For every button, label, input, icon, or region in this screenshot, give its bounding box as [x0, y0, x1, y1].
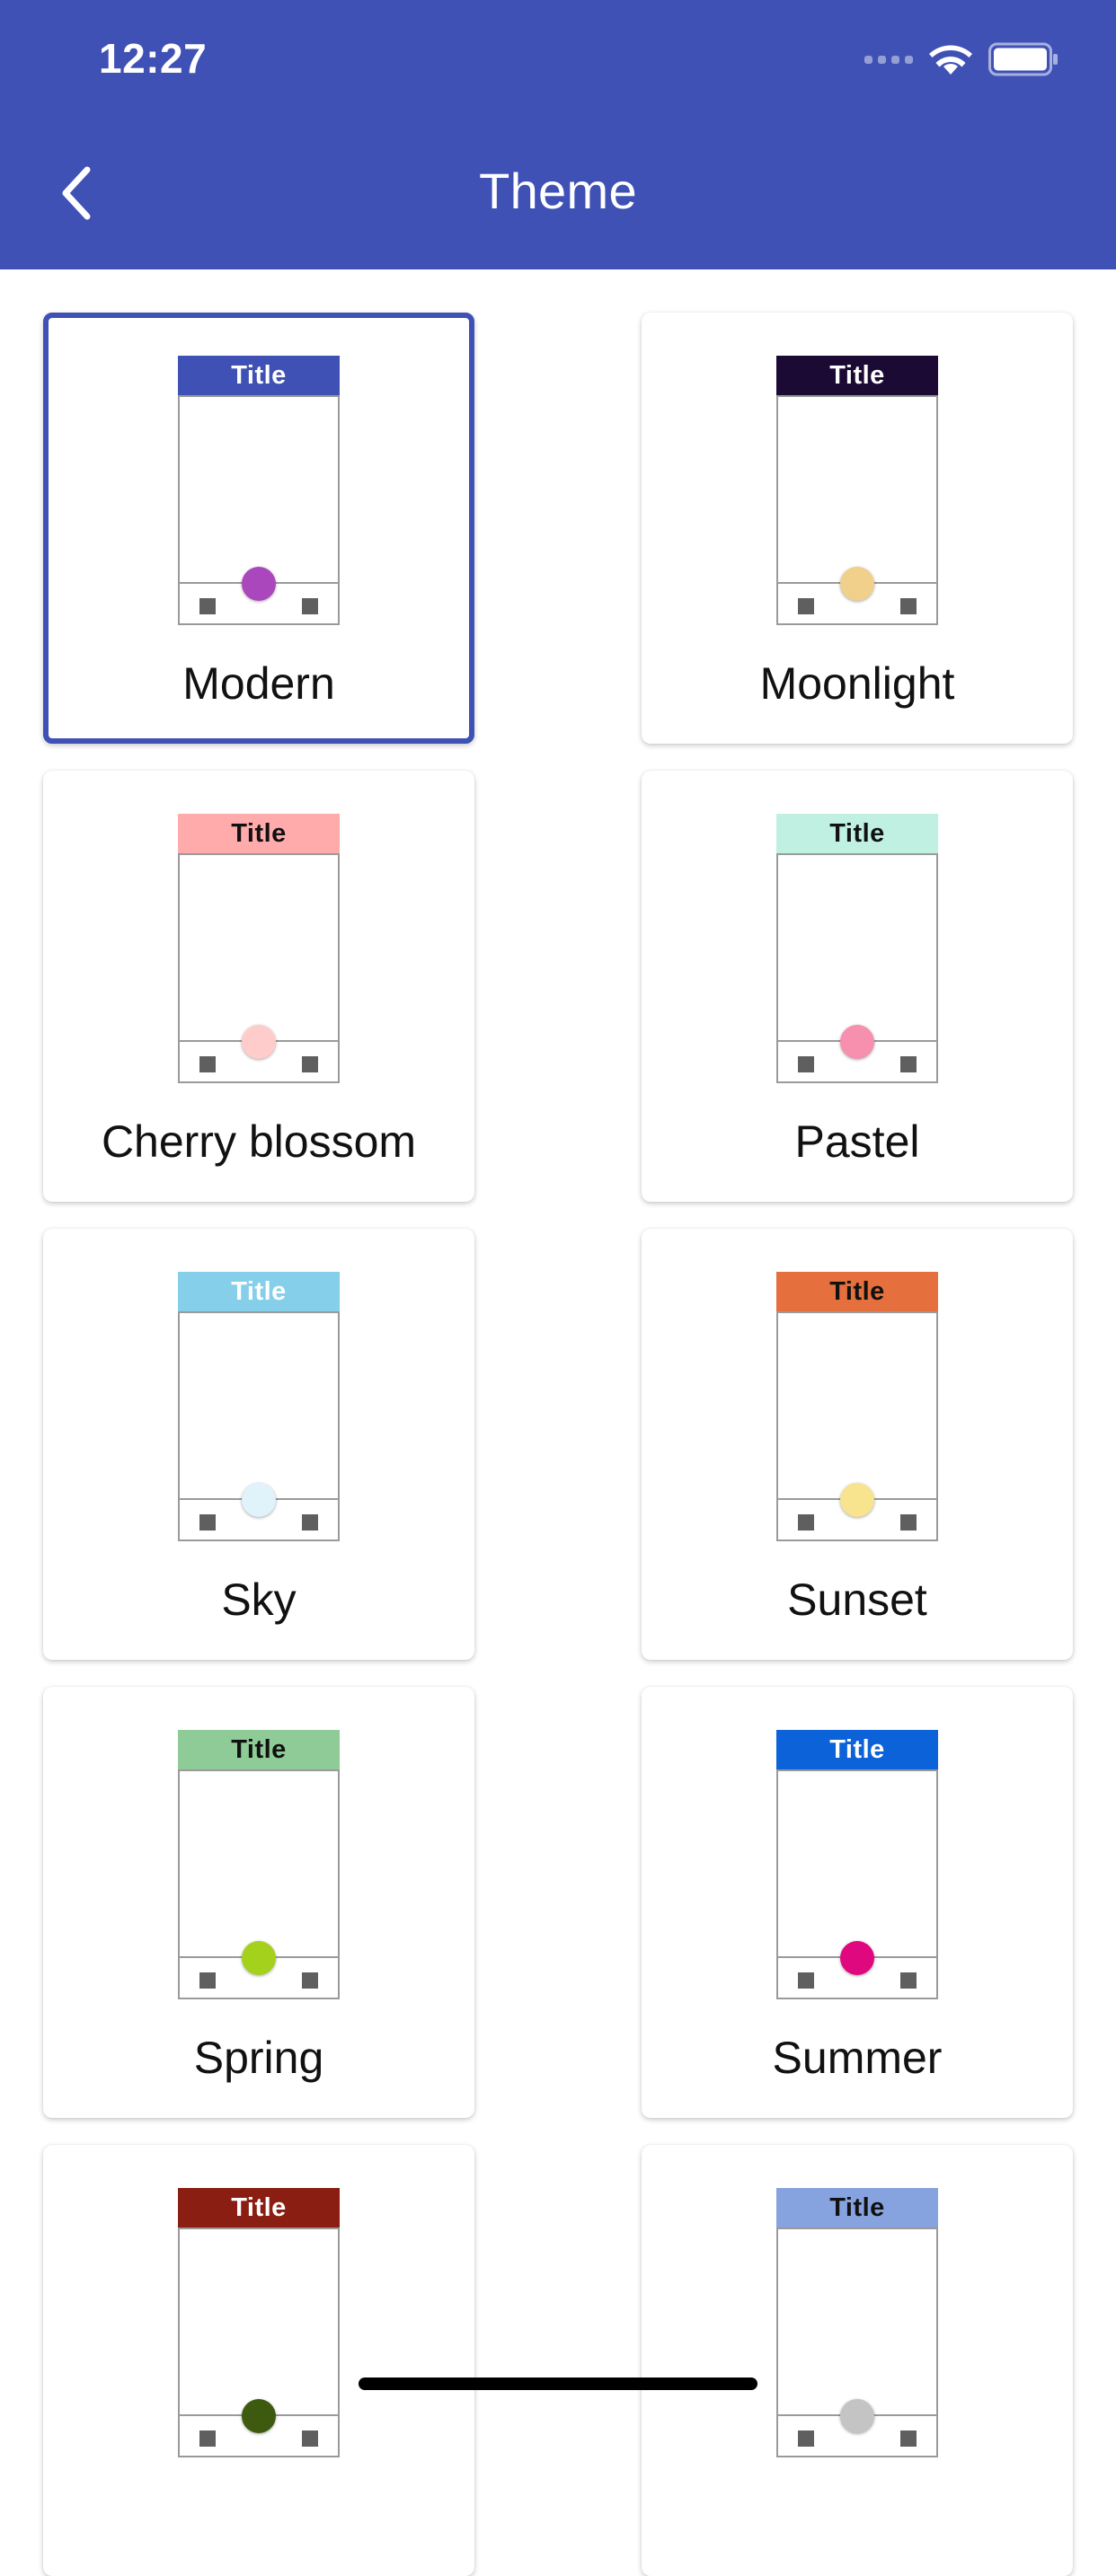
signal-icon	[864, 55, 913, 64]
theme-card-partial-right[interactable]: Title	[642, 2145, 1073, 2576]
preview-nav-square	[900, 1972, 917, 1989]
preview-nav-square	[900, 1514, 917, 1531]
preview-fab	[840, 567, 874, 601]
preview-nav-square	[798, 598, 814, 614]
preview-nav-square	[199, 598, 216, 614]
theme-name: Summer	[772, 2033, 943, 2083]
status-indicators	[864, 41, 1058, 77]
theme-grid: Title Modern Title Moonlight Title Cherr…	[0, 269, 1116, 2576]
preview-nav-square	[900, 2430, 917, 2447]
theme-name: Moonlight	[759, 658, 955, 709]
theme-preview: Title	[776, 356, 938, 625]
theme-preview: Title	[776, 1730, 938, 1999]
theme-card-sunset[interactable]: Title Sunset	[642, 1229, 1073, 1660]
theme-name: Modern	[182, 658, 335, 709]
theme-preview: Title	[178, 356, 340, 625]
preview-nav-square	[302, 598, 318, 614]
preview-nav-square	[302, 2430, 318, 2447]
preview-nav-square	[900, 598, 917, 614]
preview-fab	[242, 2399, 276, 2433]
preview-nav-square	[798, 1056, 814, 1072]
preview-nav-square	[199, 1972, 216, 1989]
preview-nav-square	[199, 1514, 216, 1531]
status-time: 12:27	[99, 35, 208, 82]
preview-fab	[242, 1025, 276, 1059]
preview-fab	[242, 1941, 276, 1975]
preview-fab	[840, 1941, 874, 1975]
theme-preview: Title	[178, 1730, 340, 1999]
home-indicator[interactable]	[359, 2378, 757, 2390]
theme-preview: Title	[178, 814, 340, 1083]
preview-title-bar: Title	[776, 356, 938, 397]
theme-name: Cherry blossom	[101, 1116, 417, 1167]
preview-fab	[242, 1483, 276, 1517]
preview-title-bar: Title	[178, 1730, 340, 1771]
theme-name: Pastel	[794, 1116, 920, 1167]
preview-nav-square	[302, 1514, 318, 1531]
battery-icon	[988, 42, 1058, 76]
preview-title-bar: Title	[776, 2188, 938, 2229]
preview-fab	[840, 1483, 874, 1517]
preview-nav-square	[798, 1514, 814, 1531]
preview-title-bar: Title	[776, 1272, 938, 1313]
preview-nav-square	[199, 1056, 216, 1072]
preview-title-bar: Title	[178, 2188, 340, 2229]
theme-name: Sky	[221, 1575, 297, 1625]
preview-fab	[840, 1025, 874, 1059]
theme-preview: Title	[776, 2188, 938, 2457]
preview-nav-square	[302, 1972, 318, 1989]
preview-title-bar: Title	[178, 356, 340, 397]
theme-card-sky[interactable]: Title Sky	[43, 1229, 474, 1660]
theme-preview: Title	[776, 1272, 938, 1541]
theme-name: Spring	[193, 2033, 324, 2083]
preview-nav-square	[199, 2430, 216, 2447]
preview-title-bar: Title	[178, 814, 340, 855]
theme-card-partial-left[interactable]: Title	[43, 2145, 474, 2576]
theme-name: Sunset	[787, 1575, 927, 1625]
app-header: 12:27 Theme	[0, 0, 1116, 269]
preview-nav-square	[798, 2430, 814, 2447]
theme-preview: Title	[776, 814, 938, 1083]
theme-preview: Title	[178, 2188, 340, 2457]
page-title: Theme	[479, 163, 637, 219]
preview-title-bar: Title	[178, 1272, 340, 1313]
theme-card-pastel[interactable]: Title Pastel	[642, 771, 1073, 1202]
theme-card-cherry-blossom[interactable]: Title Cherry blossom	[43, 771, 474, 1202]
theme-card-moonlight[interactable]: Title Moonlight	[642, 313, 1073, 744]
preview-fab	[840, 2399, 874, 2433]
wifi-icon	[929, 45, 972, 75]
preview-fab	[242, 567, 276, 601]
preview-title-bar: Title	[776, 814, 938, 855]
theme-preview: Title	[178, 1272, 340, 1541]
theme-card-spring[interactable]: Title Spring	[43, 1687, 474, 2118]
preview-nav-square	[302, 1056, 318, 1072]
preview-title-bar: Title	[776, 1730, 938, 1771]
preview-nav-square	[900, 1056, 917, 1072]
theme-card-modern[interactable]: Title Modern	[43, 313, 474, 744]
preview-nav-square	[798, 1972, 814, 1989]
theme-card-summer[interactable]: Title Summer	[642, 1687, 1073, 2118]
